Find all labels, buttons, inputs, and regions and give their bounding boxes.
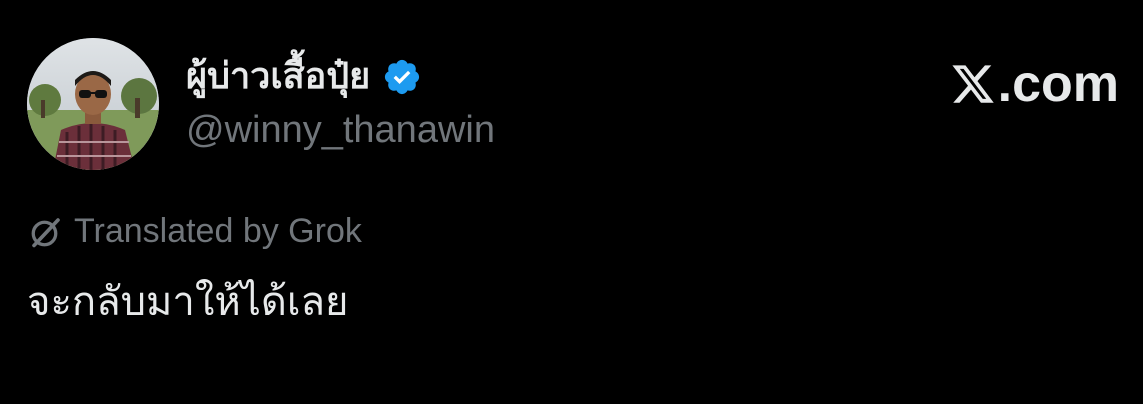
verified-badge-icon (382, 57, 422, 97)
author-display-name[interactable]: ผู้บ่าวเสื้อปุ๋ย (186, 59, 370, 95)
author-name-row: ผู้บ่าวเสื้อปุ๋ย (186, 52, 422, 102)
translated-by-label: Translated by Grok (74, 212, 362, 250)
grok-icon (28, 214, 64, 250)
author-avatar[interactable] (27, 38, 159, 170)
site-domain-text: .com (997, 55, 1119, 113)
post-text: จะกลับมาให้ได้เลย (27, 279, 349, 325)
x-logo-icon (950, 61, 998, 107)
profile-photo (27, 38, 159, 170)
author-handle[interactable]: @winny_thanawin (186, 109, 495, 152)
site-logo: .com (950, 58, 1119, 110)
translation-notice[interactable]: Translated by Grok (28, 212, 362, 250)
